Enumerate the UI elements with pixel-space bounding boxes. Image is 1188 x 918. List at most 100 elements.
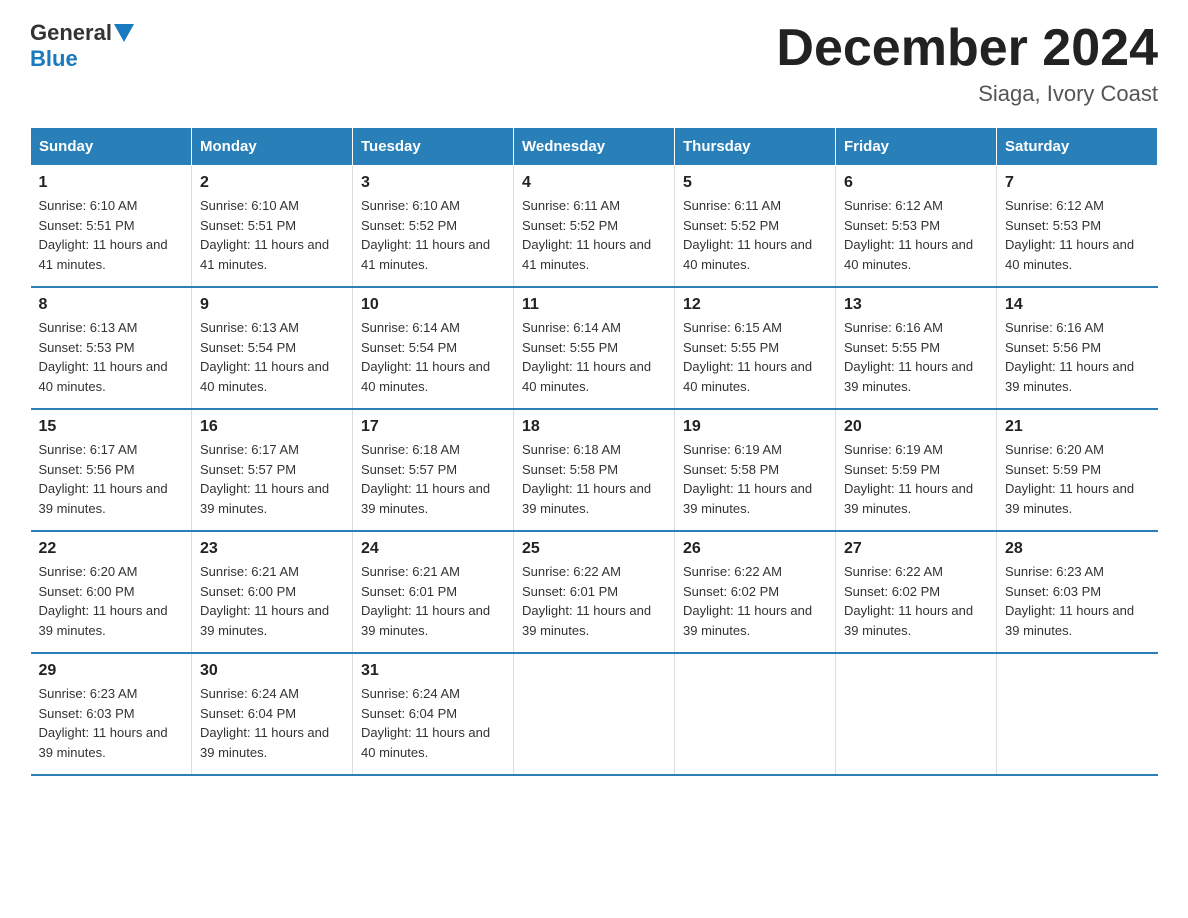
day-info: Sunrise: 6:21 AM Sunset: 6:00 PM Dayligh…	[200, 562, 344, 640]
day-info: Sunrise: 6:14 AM Sunset: 5:54 PM Dayligh…	[361, 318, 505, 396]
day-number: 13	[844, 296, 988, 314]
sunset-label: Sunset: 5:52 PM	[361, 218, 457, 233]
day-number: 27	[844, 540, 988, 558]
day-info: Sunrise: 6:18 AM Sunset: 5:58 PM Dayligh…	[522, 440, 666, 518]
daylight-label: Daylight: 11 hours and 39 minutes.	[683, 481, 812, 516]
day-number: 15	[39, 418, 184, 436]
page-header: General Blue December 2024 Siaga, Ivory …	[30, 20, 1158, 107]
day-info: Sunrise: 6:17 AM Sunset: 5:56 PM Dayligh…	[39, 440, 184, 518]
day-info: Sunrise: 6:21 AM Sunset: 6:01 PM Dayligh…	[361, 562, 505, 640]
daylight-label: Daylight: 11 hours and 39 minutes.	[1005, 603, 1134, 638]
daylight-label: Daylight: 11 hours and 39 minutes.	[522, 481, 651, 516]
calendar-cell: 5 Sunrise: 6:11 AM Sunset: 5:52 PM Dayli…	[675, 166, 836, 288]
sunset-label: Sunset: 6:03 PM	[1005, 584, 1101, 599]
calendar-week-row: 29 Sunrise: 6:23 AM Sunset: 6:03 PM Dayl…	[31, 653, 1158, 775]
page-title: December 2024	[776, 20, 1158, 77]
sunset-label: Sunset: 5:56 PM	[1005, 340, 1101, 355]
day-info: Sunrise: 6:10 AM Sunset: 5:51 PM Dayligh…	[200, 196, 344, 274]
sunset-label: Sunset: 5:55 PM	[522, 340, 618, 355]
day-number: 21	[1005, 418, 1150, 436]
day-info: Sunrise: 6:22 AM Sunset: 6:01 PM Dayligh…	[522, 562, 666, 640]
day-info: Sunrise: 6:10 AM Sunset: 5:51 PM Dayligh…	[39, 196, 184, 274]
day-info: Sunrise: 6:13 AM Sunset: 5:53 PM Dayligh…	[39, 318, 184, 396]
sunset-label: Sunset: 5:55 PM	[844, 340, 940, 355]
day-number: 5	[683, 174, 827, 192]
calendar-cell: 17 Sunrise: 6:18 AM Sunset: 5:57 PM Dayl…	[353, 409, 514, 531]
daylight-label: Daylight: 11 hours and 39 minutes.	[200, 603, 329, 638]
day-number: 20	[844, 418, 988, 436]
calendar-cell: 11 Sunrise: 6:14 AM Sunset: 5:55 PM Dayl…	[514, 287, 675, 409]
sunset-label: Sunset: 5:52 PM	[522, 218, 618, 233]
day-number: 16	[200, 418, 344, 436]
calendar-cell: 31 Sunrise: 6:24 AM Sunset: 6:04 PM Dayl…	[353, 653, 514, 775]
day-number: 11	[522, 296, 666, 314]
calendar-week-row: 15 Sunrise: 6:17 AM Sunset: 5:56 PM Dayl…	[31, 409, 1158, 531]
calendar-cell: 27 Sunrise: 6:22 AM Sunset: 6:02 PM Dayl…	[836, 531, 997, 653]
daylight-label: Daylight: 11 hours and 41 minutes.	[361, 237, 490, 272]
daylight-label: Daylight: 11 hours and 40 minutes.	[361, 725, 490, 760]
sunrise-label: Sunrise: 6:14 AM	[361, 320, 460, 335]
daylight-label: Daylight: 11 hours and 39 minutes.	[683, 603, 812, 638]
calendar-cell: 25 Sunrise: 6:22 AM Sunset: 6:01 PM Dayl…	[514, 531, 675, 653]
day-info: Sunrise: 6:13 AM Sunset: 5:54 PM Dayligh…	[200, 318, 344, 396]
calendar-cell: 3 Sunrise: 6:10 AM Sunset: 5:52 PM Dayli…	[353, 166, 514, 288]
logo-triangle-icon	[114, 24, 134, 42]
calendar-cell	[836, 653, 997, 775]
sunrise-label: Sunrise: 6:21 AM	[361, 564, 460, 579]
daylight-label: Daylight: 11 hours and 40 minutes.	[39, 359, 168, 394]
day-number: 29	[39, 662, 184, 680]
day-of-week-header: Sunday	[31, 128, 192, 166]
daylight-label: Daylight: 11 hours and 39 minutes.	[1005, 481, 1134, 516]
sunrise-label: Sunrise: 6:18 AM	[361, 442, 460, 457]
daylight-label: Daylight: 11 hours and 40 minutes.	[844, 237, 973, 272]
day-number: 25	[522, 540, 666, 558]
sunset-label: Sunset: 5:53 PM	[844, 218, 940, 233]
day-number: 8	[39, 296, 184, 314]
sunrise-label: Sunrise: 6:22 AM	[683, 564, 782, 579]
day-of-week-header: Monday	[192, 128, 353, 166]
logo-general-text: General	[30, 20, 112, 46]
sunrise-label: Sunrise: 6:24 AM	[200, 686, 299, 701]
day-info: Sunrise: 6:24 AM Sunset: 6:04 PM Dayligh…	[200, 684, 344, 762]
sunset-label: Sunset: 6:03 PM	[39, 706, 135, 721]
sunrise-label: Sunrise: 6:12 AM	[844, 198, 943, 213]
day-info: Sunrise: 6:18 AM Sunset: 5:57 PM Dayligh…	[361, 440, 505, 518]
sunrise-label: Sunrise: 6:11 AM	[522, 198, 620, 213]
sunrise-label: Sunrise: 6:13 AM	[200, 320, 299, 335]
sunrise-label: Sunrise: 6:12 AM	[1005, 198, 1104, 213]
sunrise-label: Sunrise: 6:17 AM	[39, 442, 138, 457]
sunset-label: Sunset: 5:58 PM	[522, 462, 618, 477]
day-number: 6	[844, 174, 988, 192]
daylight-label: Daylight: 11 hours and 39 minutes.	[844, 481, 973, 516]
day-of-week-header: Thursday	[675, 128, 836, 166]
calendar-table: SundayMondayTuesdayWednesdayThursdayFrid…	[30, 127, 1158, 776]
sunset-label: Sunset: 5:53 PM	[39, 340, 135, 355]
sunset-label: Sunset: 5:54 PM	[200, 340, 296, 355]
sunrise-label: Sunrise: 6:16 AM	[1005, 320, 1104, 335]
daylight-label: Daylight: 11 hours and 39 minutes.	[522, 603, 651, 638]
sunrise-label: Sunrise: 6:21 AM	[200, 564, 299, 579]
sunrise-label: Sunrise: 6:15 AM	[683, 320, 782, 335]
calendar-cell: 30 Sunrise: 6:24 AM Sunset: 6:04 PM Dayl…	[192, 653, 353, 775]
day-info: Sunrise: 6:16 AM Sunset: 5:56 PM Dayligh…	[1005, 318, 1150, 396]
calendar-cell: 26 Sunrise: 6:22 AM Sunset: 6:02 PM Dayl…	[675, 531, 836, 653]
page-subtitle: Siaga, Ivory Coast	[776, 81, 1158, 107]
daylight-label: Daylight: 11 hours and 39 minutes.	[39, 603, 168, 638]
day-info: Sunrise: 6:15 AM Sunset: 5:55 PM Dayligh…	[683, 318, 827, 396]
day-number: 23	[200, 540, 344, 558]
logo-blue-text: Blue	[30, 46, 78, 71]
sunset-label: Sunset: 5:55 PM	[683, 340, 779, 355]
day-info: Sunrise: 6:19 AM Sunset: 5:59 PM Dayligh…	[844, 440, 988, 518]
sunset-label: Sunset: 5:57 PM	[361, 462, 457, 477]
day-number: 2	[200, 174, 344, 192]
day-number: 19	[683, 418, 827, 436]
day-number: 7	[1005, 174, 1150, 192]
day-number: 1	[39, 174, 184, 192]
day-info: Sunrise: 6:10 AM Sunset: 5:52 PM Dayligh…	[361, 196, 505, 274]
calendar-cell: 4 Sunrise: 6:11 AM Sunset: 5:52 PM Dayli…	[514, 166, 675, 288]
calendar-cell: 18 Sunrise: 6:18 AM Sunset: 5:58 PM Dayl…	[514, 409, 675, 531]
sunset-label: Sunset: 5:53 PM	[1005, 218, 1101, 233]
day-of-week-header: Wednesday	[514, 128, 675, 166]
daylight-label: Daylight: 11 hours and 41 minutes.	[522, 237, 651, 272]
sunrise-label: Sunrise: 6:10 AM	[39, 198, 138, 213]
